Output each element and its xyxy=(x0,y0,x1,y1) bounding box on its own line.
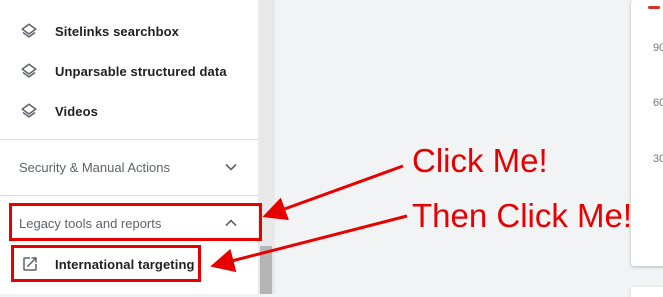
annotation-arrows xyxy=(210,164,408,273)
callout-click-me: Click Me! xyxy=(412,142,548,179)
arrow-to-international-targeting xyxy=(210,214,408,273)
callout-then-click-me: Then Click Me! xyxy=(412,197,633,234)
arrow-to-legacy-tools xyxy=(262,164,404,221)
